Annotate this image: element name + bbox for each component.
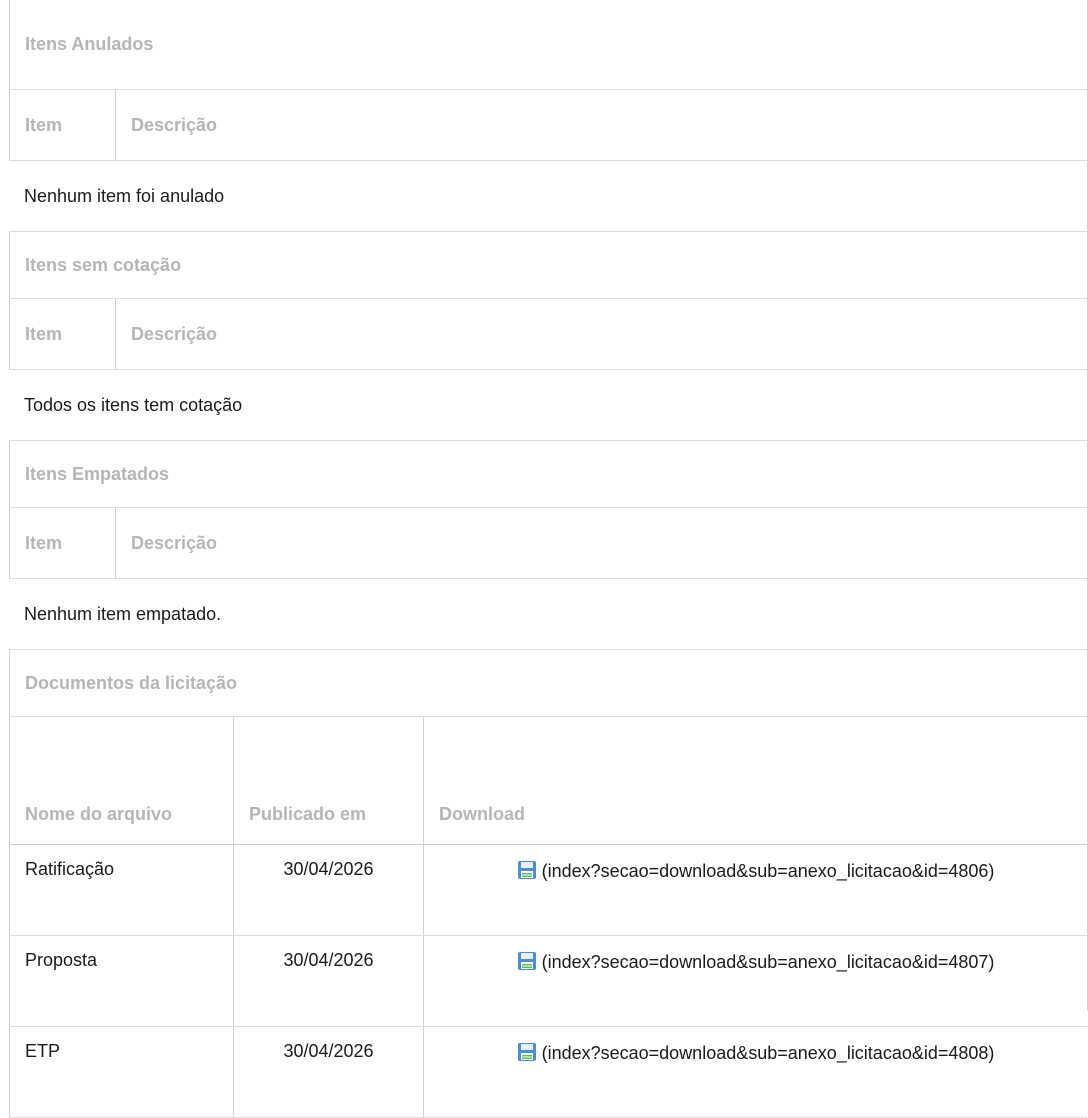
document-date: 30/04/2026 [233, 935, 424, 1027]
annulled-title: Itens Anulados [25, 34, 154, 54]
document-download[interactable]: (index?secao=download&sub=anexo_licitaca… [423, 1026, 1087, 1118]
documents-title: Documentos da licitação [9, 649, 1087, 717]
save-disk-icon[interactable] [517, 1040, 537, 1073]
tied-title: Itens Empatados [25, 463, 170, 484]
no-quote-message-table: Todos os itens tem cotação [9, 370, 1087, 441]
no-quote-col-desc: Descrição [115, 298, 1087, 370]
annulled-message: Nenhum item foi anulado [24, 185, 225, 206]
download-link[interactable]: (index?secao=download&sub=anexo_licitaca… [542, 1043, 995, 1063]
no-quote-table: Itens sem cotação Item Descrição [9, 232, 1087, 370]
tied-message-table: Nenhum item empatado. [9, 579, 1087, 649]
document-download[interactable]: (index?secao=download&sub=anexo_licitaca… [423, 844, 1087, 936]
annulled-message-table: Nenhum item foi anulado [9, 161, 1087, 232]
annulled-col-desc: Descrição [115, 89, 1087, 161]
download-link[interactable]: (index?secao=download&sub=anexo_licitaca… [542, 861, 995, 881]
table-row: Proposta 30/04/2026 (index?secao=downloa… [9, 935, 1087, 1027]
document-date: 30/04/2026 [233, 1026, 424, 1118]
document-download[interactable]: (index?secao=download&sub=anexo_licitaca… [423, 935, 1087, 1027]
documents-table: Documentos da licitação Nome do arquivo … [9, 649, 1087, 1118]
document-name: Ratificação [9, 844, 234, 936]
documents-col-download: Download [423, 716, 1087, 845]
annulled-table: Itens Anulados Item Descrição [9, 0, 1087, 161]
no-quote-col-item: Item [9, 298, 116, 370]
no-quote-message: Todos os itens tem cotação [24, 394, 243, 415]
tied-table: Itens Empatados Item Descrição [9, 441, 1087, 579]
document-name: ETP [9, 1026, 234, 1118]
document-name: Proposta [9, 935, 234, 1027]
tied-col-desc: Descrição [115, 507, 1087, 579]
tied-message: Nenhum item empatado. [24, 603, 222, 624]
no-quote-title: Itens sem cotação [25, 254, 182, 275]
content: Itens Anulados Item Descrição Nenhum ite… [9, 0, 1087, 1118]
table-row: ETP 30/04/2026 (index?secao=download&sub… [9, 1026, 1087, 1118]
save-disk-icon[interactable] [517, 858, 537, 891]
documents-col-name: Nome do arquivo [9, 716, 234, 845]
download-link[interactable]: (index?secao=download&sub=anexo_licitaca… [542, 952, 995, 972]
tied-col-item: Item [9, 507, 116, 579]
annulled-col-item: Item [9, 89, 116, 161]
document-date: 30/04/2026 [233, 844, 424, 936]
documents-col-published: Publicado em [233, 716, 424, 845]
save-disk-icon[interactable] [517, 949, 537, 982]
table-row: Ratificação 30/04/2026 (index?secao=down… [9, 844, 1087, 936]
